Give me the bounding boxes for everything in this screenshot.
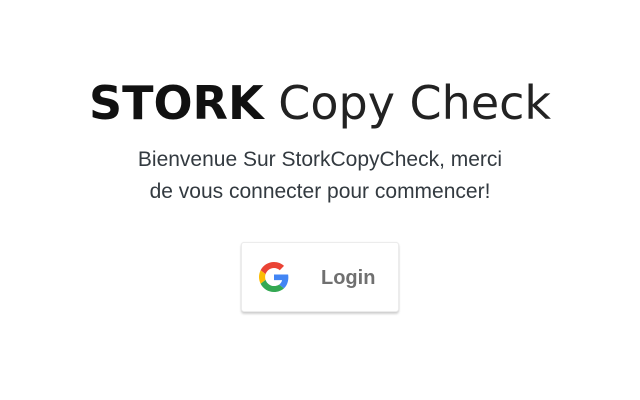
- login-label: Login: [321, 267, 376, 289]
- welcome-message: Bienvenue Sur StorkCopyCheck, merci de v…: [0, 144, 640, 208]
- welcome-line-1: Bienvenue Sur StorkCopyCheck, merci: [137, 148, 503, 171]
- login-page: STORK Copy Check Bienvenue Sur StorkCopy…: [0, 0, 640, 400]
- welcome-line-2: de vous connecter pour commencer!: [149, 180, 491, 203]
- page-title: STORK Copy Check: [0, 74, 640, 132]
- title-rest: Copy Check: [278, 76, 552, 130]
- google-icon: [259, 262, 289, 292]
- google-login-button[interactable]: Login: [241, 242, 399, 312]
- title-brand: STORK: [88, 76, 264, 130]
